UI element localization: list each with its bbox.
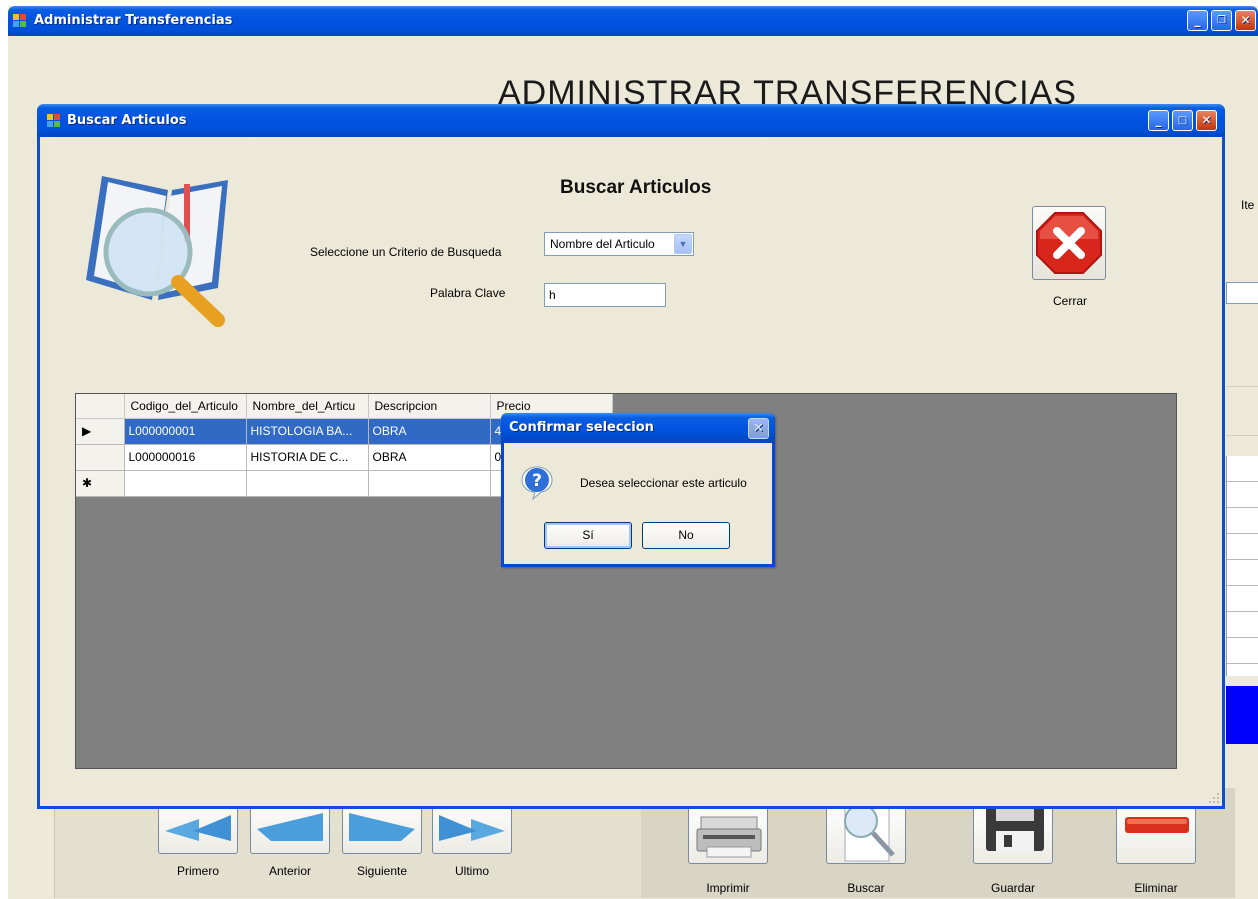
floppy-disk-icon (986, 803, 1044, 851)
row-header-corner (76, 394, 125, 419)
first-label: Primero (176, 864, 219, 878)
column-header[interactable]: Nombre_del_Articu (246, 394, 369, 419)
criteria-dropdown[interactable]: Nombre del Articulo ▼ (544, 232, 694, 256)
maximize-icon[interactable]: □ (1172, 110, 1193, 131)
column-header[interactable]: Descripcion (368, 394, 491, 419)
partial-label: Ite (1241, 198, 1255, 212)
dialog-titlebar[interactable]: Confirmar seleccion ✕ (501, 413, 775, 443)
last-label: Ultimo (454, 864, 489, 878)
no-button[interactable]: No (642, 522, 730, 549)
next-label: Siguiente (356, 864, 408, 878)
row-indicator[interactable]: ▶ (76, 418, 125, 445)
close-icon[interactable]: ✕ (1235, 10, 1256, 31)
partial-highlight (1226, 686, 1258, 744)
confirm-dialog: Confirmar seleccion ✕ ? Desea selecciona… (501, 413, 775, 567)
partial-input[interactable] (1226, 282, 1258, 304)
dialog-message: Desea seleccionar este articulo (580, 476, 747, 490)
magnifier-icon (844, 804, 895, 862)
form-title: Buscar Articulos (560, 177, 712, 198)
new-row-indicator[interactable]: ✱ (76, 470, 125, 497)
restore-icon[interactable]: ❐ (1211, 10, 1232, 31)
delete-label: Eliminar (1134, 881, 1178, 895)
close-icon (1036, 212, 1102, 274)
save-button[interactable] (973, 802, 1053, 864)
table-cell[interactable]: L000000001 (124, 418, 247, 445)
partial-divider (1226, 386, 1258, 436)
minimize-icon[interactable]: _ (1187, 10, 1208, 31)
app-icon (13, 14, 27, 28)
search-window-titlebar[interactable]: Buscar Articulos _ □ ✕ (37, 104, 1225, 137)
previous-label: Anterior (268, 864, 312, 878)
main-window-title: Administrar Transferencias (34, 13, 233, 28)
search-window-title: Buscar Articulos (67, 113, 187, 128)
keyword-label: Palabra Clave (430, 286, 506, 300)
dialog-title: Confirmar seleccion (509, 420, 654, 435)
print-label: Imprimir (706, 881, 750, 895)
close-label: Cerrar (1052, 294, 1087, 308)
table-cell[interactable] (368, 470, 491, 497)
app-icon (47, 114, 61, 128)
table-cell[interactable] (124, 470, 247, 497)
save-label: Guardar (990, 881, 1036, 895)
svg-text:?: ? (532, 471, 542, 491)
table-cell[interactable]: L000000016 (124, 444, 247, 471)
keyword-input[interactable]: h (544, 283, 666, 307)
minimize-icon[interactable]: _ (1148, 110, 1169, 131)
delete-button[interactable] (1116, 802, 1196, 864)
row-indicator[interactable] (76, 444, 125, 471)
criteria-label: Seleccione un Criterio de Busqueda (310, 245, 502, 259)
yes-button[interactable]: Sí (544, 522, 632, 549)
minus-icon (1125, 817, 1189, 833)
table-cell[interactable]: HISTORIA DE C... (246, 444, 369, 471)
table-cell[interactable] (246, 470, 369, 497)
partial-grid (1226, 456, 1258, 676)
book-search-icon (86, 176, 228, 327)
table-cell[interactable]: OBRA (368, 444, 491, 471)
printer-icon (696, 816, 762, 858)
table-cell[interactable]: OBRA (368, 418, 491, 445)
close-icon[interactable]: ✕ (748, 418, 769, 439)
resize-grip-icon[interactable] (1208, 792, 1220, 804)
main-titlebar[interactable]: Administrar Transferencias _ ❐ ✕ (8, 6, 1258, 36)
column-header[interactable]: Codigo_del_Articulo (124, 394, 247, 419)
chevron-down-icon[interactable]: ▼ (674, 234, 692, 254)
question-icon: ? (521, 466, 553, 501)
close-icon[interactable]: ✕ (1196, 110, 1217, 131)
table-cell[interactable]: HISTOLOGIA BA... (246, 418, 369, 445)
criteria-selected: Nombre del Articulo (550, 237, 655, 251)
close-button[interactable] (1032, 206, 1106, 280)
search-label: Buscar (847, 881, 885, 895)
search-button[interactable] (826, 802, 906, 864)
print-button[interactable] (688, 802, 768, 864)
